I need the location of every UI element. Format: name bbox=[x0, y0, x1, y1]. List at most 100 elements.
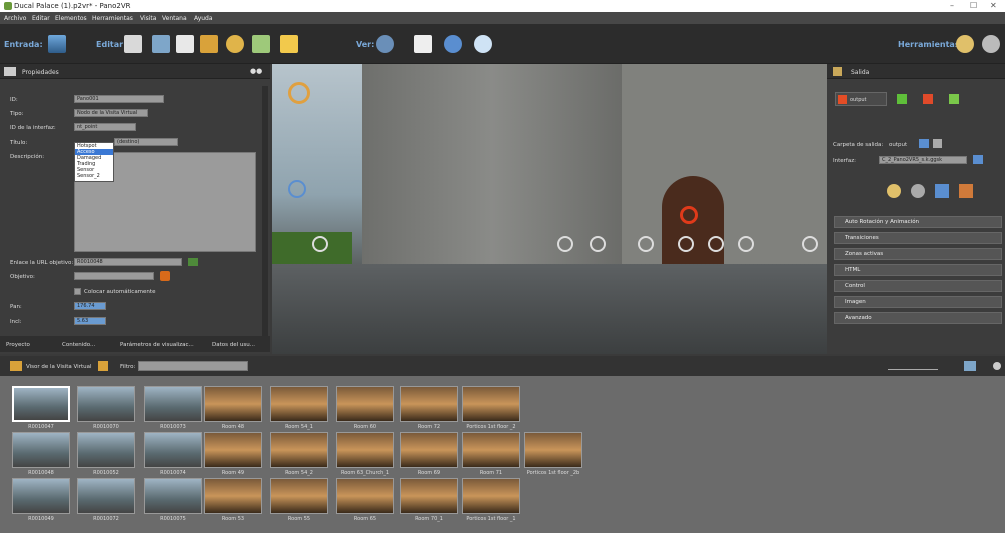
tab-contenido[interactable]: Contenido... bbox=[62, 342, 95, 348]
tour-map-icon[interactable] bbox=[280, 35, 298, 53]
panorama-thumbnail[interactable] bbox=[12, 386, 70, 422]
filter-select[interactable] bbox=[138, 361, 248, 371]
hotspot-target-icon[interactable] bbox=[678, 236, 694, 252]
panorama-thumbnail[interactable] bbox=[462, 432, 520, 468]
panorama-thumbnail[interactable] bbox=[462, 478, 520, 514]
interface-id-dropdown[interactable]: Hotspot Acceso Damaged Trading Sensor Se… bbox=[74, 142, 114, 182]
menu-herramientas[interactable]: Herramientas bbox=[92, 15, 133, 22]
hotspot-target-icon[interactable] bbox=[738, 236, 754, 252]
panorama-thumbnail[interactable] bbox=[77, 478, 135, 514]
link-icon[interactable] bbox=[188, 258, 198, 266]
section-auto-rotacion[interactable]: Auto Rotación y Animación bbox=[834, 216, 1002, 228]
tipo-select[interactable]: Nodo de la Visita Virtual bbox=[74, 109, 148, 117]
panorama-thumbnail[interactable] bbox=[144, 478, 202, 514]
hotspot-target-icon[interactable] bbox=[288, 82, 310, 104]
tools-gear-icon[interactable] bbox=[982, 35, 1000, 53]
panorama-thumbnail[interactable] bbox=[270, 432, 328, 468]
id-field[interactable]: Pano001 bbox=[74, 95, 164, 103]
user-data-icon[interactable] bbox=[176, 35, 194, 53]
properties-icon[interactable] bbox=[124, 35, 142, 53]
skin-editor-icon[interactable] bbox=[887, 184, 901, 198]
skin-icon[interactable] bbox=[226, 35, 244, 53]
panorama-thumbnail[interactable] bbox=[12, 478, 70, 514]
preview-eye-icon[interactable] bbox=[474, 35, 492, 53]
menu-visita[interactable]: Visita bbox=[140, 15, 156, 22]
titulo-select[interactable]: (destino) bbox=[114, 138, 178, 146]
viewing-params-icon[interactable] bbox=[152, 35, 170, 53]
folder-icon[interactable] bbox=[919, 139, 929, 148]
scrollbar[interactable] bbox=[262, 86, 268, 346]
panorama-thumbnail[interactable] bbox=[204, 432, 262, 468]
section-transiciones[interactable]: Transiciones bbox=[834, 232, 1002, 244]
tab-proyecto[interactable]: Proyecto bbox=[6, 342, 30, 348]
panel-close-icon[interactable]: ●● bbox=[250, 67, 262, 75]
export-icon[interactable] bbox=[949, 94, 959, 104]
panorama-thumbnail[interactable] bbox=[462, 386, 520, 422]
tour-browser-icon[interactable] bbox=[200, 35, 218, 53]
remove-output-icon[interactable] bbox=[923, 94, 933, 104]
panorama-thumbnail[interactable] bbox=[400, 432, 458, 468]
section-control[interactable]: Control bbox=[834, 280, 1002, 292]
panel-menu-icon[interactable] bbox=[993, 362, 1001, 370]
tools-star-icon[interactable] bbox=[956, 35, 974, 53]
menu-elementos[interactable]: Elementos bbox=[55, 15, 87, 22]
objetivo-select[interactable] bbox=[74, 272, 154, 280]
panorama-thumbnail[interactable] bbox=[400, 478, 458, 514]
interface-id-select[interactable]: nt_point bbox=[74, 123, 136, 131]
thumbnail-size-slider[interactable] bbox=[888, 362, 938, 370]
hotspot-target-icon[interactable] bbox=[557, 236, 573, 252]
document-icon[interactable] bbox=[414, 35, 432, 53]
section-avanzado[interactable]: Avanzado bbox=[834, 312, 1002, 324]
hotspot-target-icon[interactable] bbox=[590, 236, 606, 252]
tab-parametros[interactable]: Parámetros de visualizac... bbox=[120, 342, 194, 348]
section-zonas-activas[interactable]: Zonas activas bbox=[834, 248, 1002, 260]
output-format-select[interactable]: output bbox=[835, 92, 887, 106]
settings-gear-icon[interactable] bbox=[911, 184, 925, 198]
large-thumbnails-icon[interactable] bbox=[964, 361, 976, 371]
tab-datos[interactable]: Datos del usu... bbox=[212, 342, 255, 348]
hotspot-target-icon[interactable] bbox=[288, 180, 306, 198]
menu-ventana[interactable]: Ventana bbox=[162, 15, 187, 22]
skin-folder-icon[interactable] bbox=[973, 155, 983, 164]
panorama-thumbnail[interactable] bbox=[77, 432, 135, 468]
panorama-thumbnail[interactable] bbox=[270, 478, 328, 514]
panorama-thumbnail[interactable] bbox=[204, 386, 262, 422]
menu-archivo[interactable]: Archivo bbox=[4, 15, 26, 22]
hotspot-target-selected-icon[interactable] bbox=[680, 206, 698, 224]
trash-icon[interactable] bbox=[933, 139, 942, 148]
panorama-thumbnail[interactable] bbox=[270, 386, 328, 422]
incl-field[interactable]: 5.63 bbox=[74, 317, 106, 325]
panorama-viewer[interactable] bbox=[272, 64, 827, 354]
panorama-thumbnail[interactable] bbox=[144, 432, 202, 468]
menu-editar[interactable]: Editar bbox=[32, 15, 50, 22]
menu-ayuda[interactable]: Ayuda bbox=[194, 15, 213, 22]
preview-screen-icon[interactable] bbox=[935, 184, 949, 198]
hotspot-target-icon[interactable] bbox=[312, 236, 328, 252]
panorama-thumbnail[interactable] bbox=[204, 478, 262, 514]
url-select[interactable]: R0010048 bbox=[74, 258, 182, 266]
section-html[interactable]: HTML bbox=[834, 264, 1002, 276]
panorama-thumbnail[interactable] bbox=[524, 432, 582, 468]
hotspot-icon[interactable] bbox=[252, 35, 270, 53]
minimize-button[interactable]: – bbox=[950, 1, 954, 10]
interfaz-select[interactable]: C_2_Pano2VR5_s.k.ggsk bbox=[879, 156, 967, 164]
add-node-icon[interactable] bbox=[98, 361, 108, 371]
panorama-input-icon[interactable] bbox=[48, 35, 66, 53]
binoculars-icon[interactable] bbox=[376, 35, 394, 53]
panorama-thumbnail[interactable] bbox=[12, 432, 70, 468]
target-pick-icon[interactable] bbox=[160, 271, 170, 281]
hotspot-target-icon[interactable] bbox=[638, 236, 654, 252]
panorama-thumbnail[interactable] bbox=[336, 478, 394, 514]
close-button[interactable]: ✕ bbox=[990, 1, 997, 10]
dropdown-option[interactable]: Sensor_2 bbox=[75, 173, 113, 179]
panorama-thumbnail[interactable] bbox=[400, 386, 458, 422]
panorama-thumbnail[interactable] bbox=[336, 432, 394, 468]
pan-field[interactable]: 176.74 bbox=[74, 302, 106, 310]
hotspot-target-icon[interactable] bbox=[802, 236, 818, 252]
maximize-button[interactable]: ☐ bbox=[970, 1, 977, 10]
section-imagen[interactable]: Imagen bbox=[834, 296, 1002, 308]
add-output-icon[interactable] bbox=[897, 94, 907, 104]
compass-icon[interactable] bbox=[444, 35, 462, 53]
hotspot-target-icon[interactable] bbox=[708, 236, 724, 252]
panorama-thumbnail[interactable] bbox=[144, 386, 202, 422]
